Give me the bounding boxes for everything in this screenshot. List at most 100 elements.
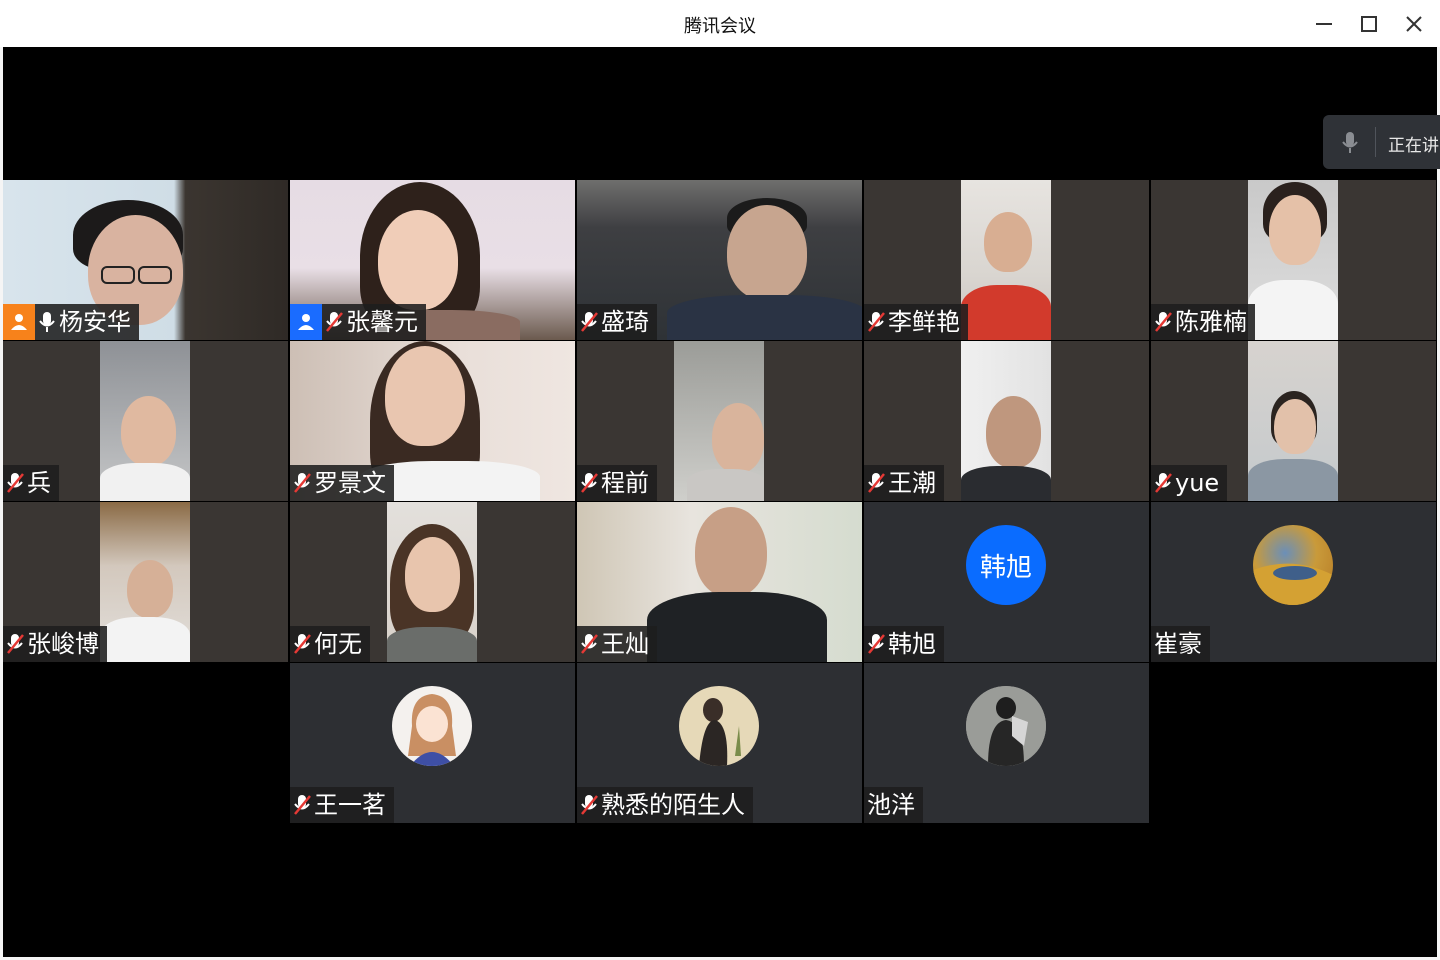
face [984, 212, 1032, 272]
avatar [966, 686, 1046, 766]
participant-tile[interactable]: 程前 [577, 341, 862, 501]
participant-name: 张馨元 [346, 308, 418, 336]
maximize-button[interactable] [1349, 8, 1389, 40]
participant-tile[interactable]: 兵 [3, 341, 288, 501]
participant-tile[interactable]: 罗景文 [290, 341, 575, 501]
avatar [679, 686, 759, 766]
participant-label: 程前 [577, 465, 657, 501]
avatar [392, 686, 472, 766]
participant-tile[interactable]: 杨安华 [3, 180, 288, 340]
face [127, 560, 173, 618]
participant-tile[interactable]: 王一茗 [290, 663, 575, 823]
glasses [138, 266, 172, 284]
cohost-icon [290, 304, 322, 340]
microphone-icon [35, 304, 59, 340]
participant-tile[interactable]: 何无 [290, 502, 575, 662]
mic-muted-icon [290, 465, 314, 501]
participant-label: 何无 [290, 626, 370, 662]
participant-name: 盛琦 [601, 308, 649, 336]
participant-name: 韩旭 [888, 630, 936, 658]
mic-muted-icon [577, 304, 601, 340]
painting-avatar-image [1253, 563, 1333, 605]
mic-muted-icon [3, 626, 27, 662]
speaking-indicator[interactable]: 正在讲 [1323, 115, 1440, 169]
mic-muted-icon [577, 465, 601, 501]
participant-name: 王灿 [601, 630, 649, 658]
face [986, 396, 1041, 468]
participant-label: 王一茗 [290, 787, 394, 823]
participant-tile[interactable]: 王灿 [577, 502, 862, 662]
participant-label: 熟悉的陌生人 [577, 787, 753, 823]
mic-muted-icon [577, 626, 601, 662]
body [647, 592, 827, 662]
face [378, 210, 458, 310]
mic-muted-icon [322, 304, 346, 340]
window-title: 腾讯会议 [684, 16, 756, 37]
face [121, 396, 176, 466]
body [961, 285, 1051, 340]
mic-muted-icon [864, 626, 888, 662]
participant-label: 王潮 [864, 465, 944, 501]
microphone-icon [1342, 132, 1358, 153]
participant-label: 李鲜艳 [864, 304, 968, 340]
participant-tile[interactable]: 崔豪 [1151, 502, 1436, 662]
close-icon [1406, 16, 1422, 32]
participant-label: yue [1151, 465, 1228, 501]
maximize-icon [1361, 16, 1377, 32]
close-button[interactable] [1394, 8, 1434, 40]
mic-muted-icon [864, 304, 888, 340]
participant-name: 李鲜艳 [888, 308, 960, 336]
avatar-text: 韩旭 [979, 552, 1032, 583]
participant-name: 池洋 [867, 791, 915, 819]
figure-avatar-image [699, 698, 741, 766]
participant-label: 盛琦 [577, 304, 657, 340]
participant-tile[interactable]: 张馨元 [290, 180, 575, 340]
participant-tile[interactable]: 盛琦 [577, 180, 862, 340]
face [385, 346, 465, 446]
participant-label: 陈雅楠 [1151, 304, 1255, 340]
avatar: 韩旭 [966, 525, 1046, 605]
participant-tile[interactable]: 李鲜艳 [864, 180, 1149, 340]
participant-label: 张峻博 [3, 626, 107, 662]
participant-name: 兵 [27, 469, 51, 497]
participant-label: 崔豪 [1151, 626, 1210, 662]
title-bar: 腾讯会议 [0, 0, 1440, 48]
participant-name: yue [1175, 469, 1220, 497]
body [387, 627, 477, 662]
participant-tile[interactable]: 韩旭 韩旭 [864, 502, 1149, 662]
participant-tile[interactable]: 池洋 [864, 663, 1149, 823]
participant-name: 罗景文 [314, 469, 386, 497]
body [1248, 280, 1338, 340]
body [667, 295, 862, 340]
face [1274, 399, 1316, 454]
participant-tile[interactable]: 王潮 [864, 341, 1149, 501]
participant-tile[interactable]: 陈雅楠 [1151, 180, 1436, 340]
participant-name: 陈雅楠 [1175, 308, 1247, 336]
avatar [1253, 525, 1333, 605]
face [712, 403, 764, 473]
participant-tile[interactable]: yue [1151, 341, 1436, 501]
participant-name: 程前 [601, 469, 649, 497]
face [727, 205, 807, 300]
mic-muted-icon [1151, 465, 1175, 501]
mic-muted-icon [290, 626, 314, 662]
participant-label: 韩旭 [864, 626, 944, 662]
face [695, 507, 767, 597]
participant-tile[interactable]: 张峻博 [3, 502, 288, 662]
anime-avatar-image [408, 694, 456, 766]
glasses [101, 266, 135, 284]
participant-label: 池洋 [864, 787, 923, 823]
mic-muted-icon [1151, 304, 1175, 340]
participant-tile[interactable]: 熟悉的陌生人 [577, 663, 862, 823]
participant-name: 熟悉的陌生人 [601, 791, 745, 819]
face [1269, 195, 1321, 265]
body [687, 469, 764, 501]
participant-name: 张峻博 [27, 630, 99, 658]
minimize-button[interactable] [1304, 8, 1344, 40]
figure-avatar-image [966, 686, 1046, 766]
body [1248, 459, 1338, 501]
mic-muted-icon [290, 787, 314, 823]
participant-label: 王灿 [577, 626, 657, 662]
participant-name: 王潮 [888, 469, 936, 497]
participant-label: 杨安华 [3, 304, 139, 340]
